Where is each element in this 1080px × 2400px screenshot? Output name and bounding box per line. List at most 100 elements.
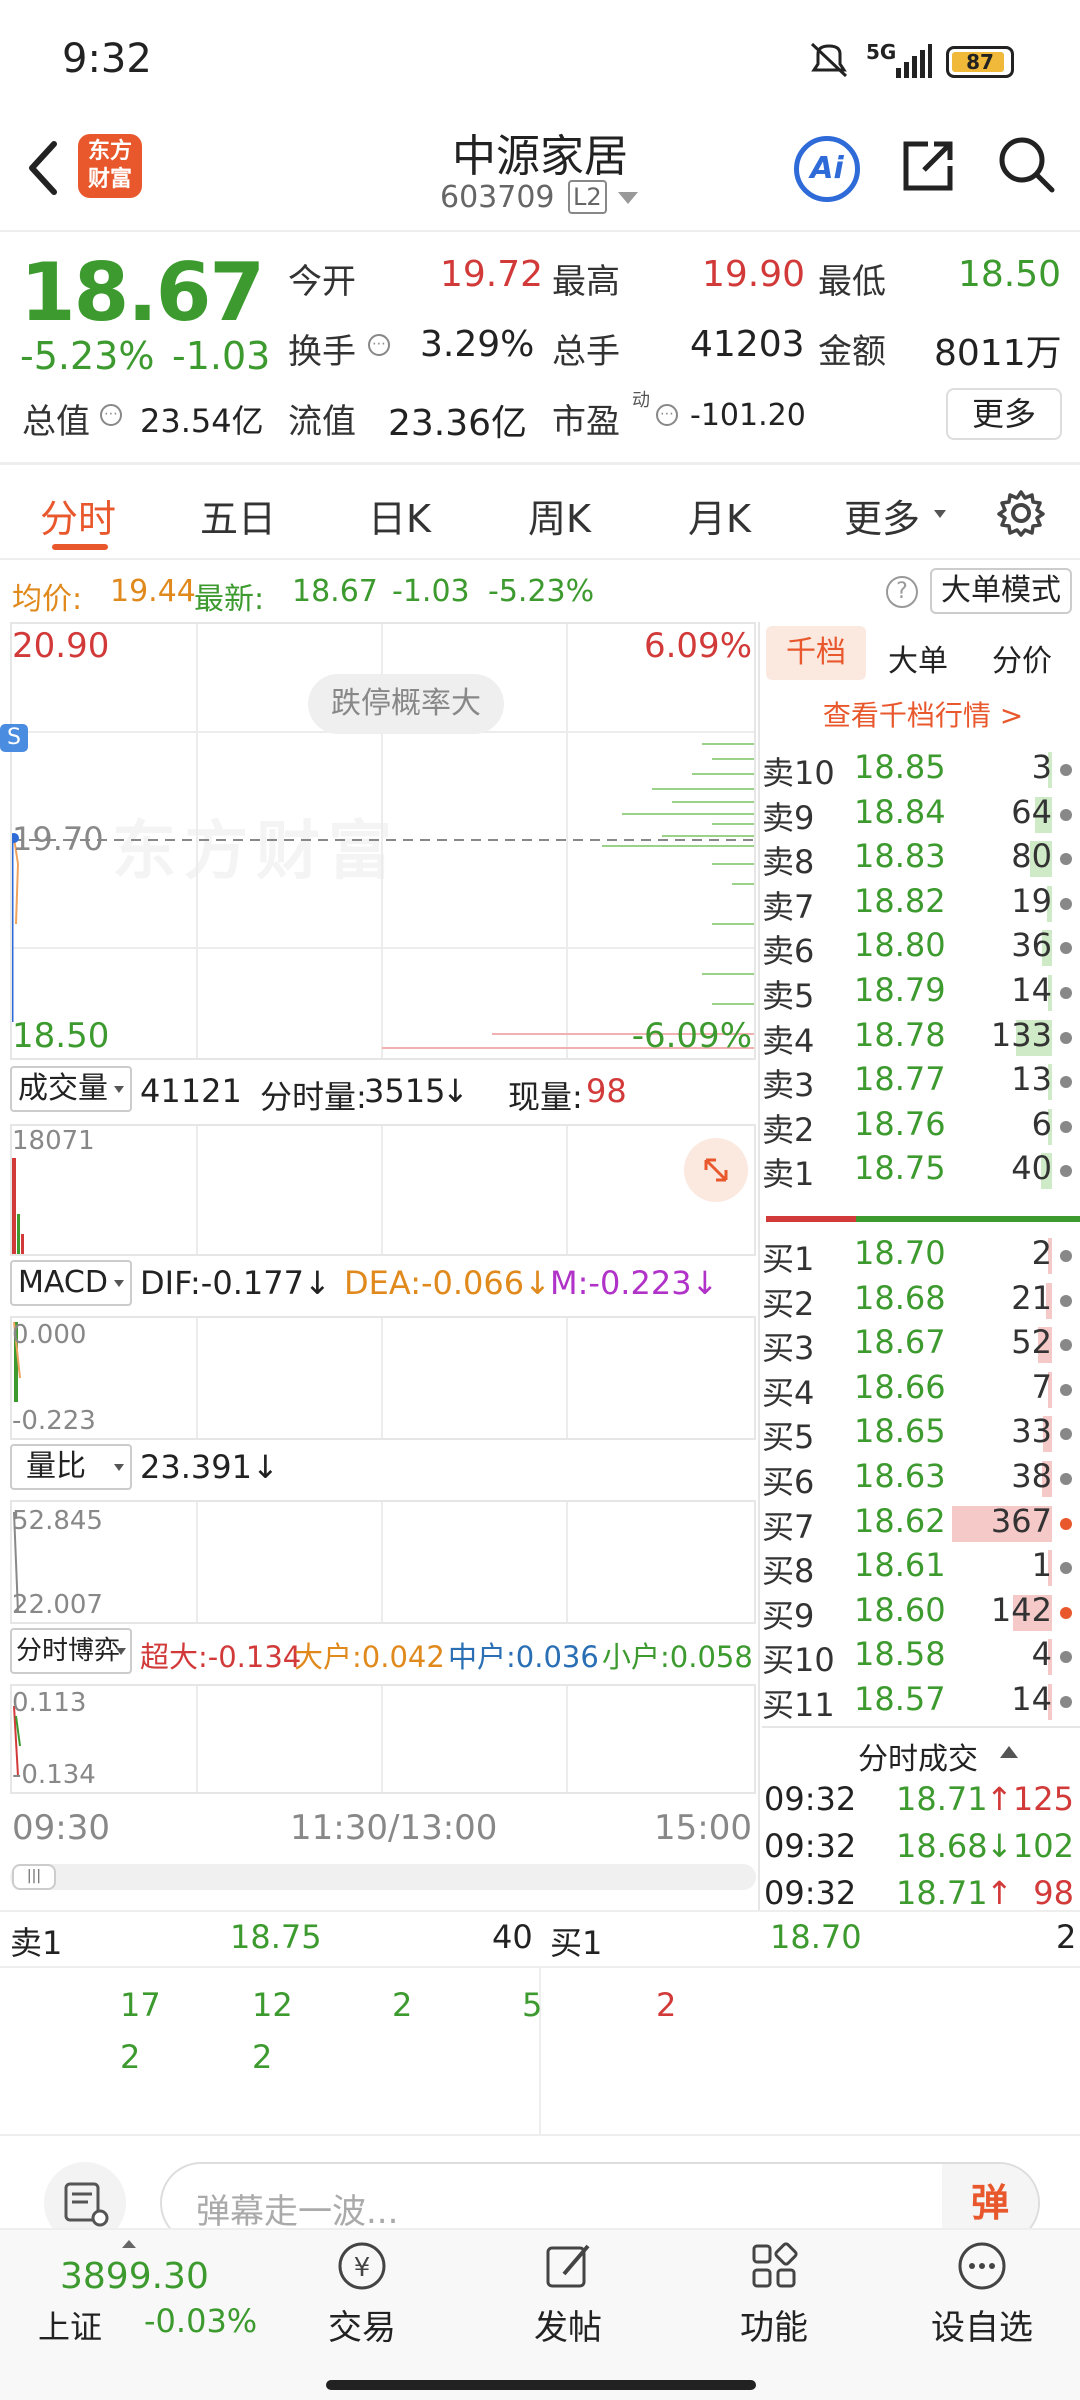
queue-sell-cell: 12 xyxy=(252,1986,293,2024)
tab-monthly-k[interactable]: 月K xyxy=(688,488,751,543)
nav-trade[interactable]: ¥ 交易 xyxy=(292,2236,432,2356)
more-button[interactable]: 更多 xyxy=(946,388,1062,440)
volume-ratio-axis-bottom: 22.007 xyxy=(12,1590,103,1620)
bid-row[interactable]: 买1 18.70 2 xyxy=(762,1234,1080,1279)
ask-volume: 14 xyxy=(1011,971,1052,1009)
ai-icon[interactable]: Ai xyxy=(794,136,860,202)
ask-row[interactable]: 卖4 18.78 133 xyxy=(762,1016,1080,1061)
bid-row[interactable]: 买8 18.61 1 xyxy=(762,1546,1080,1591)
bid-row[interactable]: 买7 18.62 367 xyxy=(762,1502,1080,1547)
queue-sell-price: 18.75 xyxy=(230,1918,322,1956)
bid-row[interactable]: 买3 18.67 52 xyxy=(762,1323,1080,1368)
ticks-header[interactable]: 分时成交 xyxy=(762,1726,1080,1777)
bid-price: 18.61 xyxy=(854,1546,946,1585)
post-icon xyxy=(546,2244,590,2288)
nav-functions[interactable]: 功能 xyxy=(704,2236,844,2356)
open-label: 今开 xyxy=(288,262,356,302)
tab-more[interactable]: 更多 xyxy=(844,488,920,543)
trade-icon: ¥ xyxy=(338,2242,386,2290)
tab-five-day[interactable]: 五日 xyxy=(200,488,276,543)
ask-price: 18.83 xyxy=(854,837,946,876)
nav-post[interactable]: 发帖 xyxy=(498,2236,638,2356)
intraday-chart[interactable]: 东方财富 20.90 6.09% 19.70 18.50 -6.09% 跌停概率… xyxy=(10,622,756,1060)
bid-row[interactable]: 买4 18.66 7 xyxy=(762,1368,1080,1413)
volume-axis-max: 18071 xyxy=(12,1126,95,1156)
change-amount: -1.03 xyxy=(172,334,271,378)
ask-label: 卖2 xyxy=(762,1110,815,1149)
brand-logo[interactable]: 东方 财富 xyxy=(78,134,142,198)
bid-volume: 142 xyxy=(990,1590,1052,1629)
axis-high-pct: 6.09% xyxy=(643,626,752,666)
bid-row[interactable]: 买5 18.65 33 xyxy=(762,1412,1080,1457)
sell-signal-marker[interactable]: S xyxy=(0,724,28,752)
expand-icon[interactable] xyxy=(684,1138,748,1202)
macd-dif: DIF:-0.177↓ xyxy=(140,1264,331,1302)
nav-add-watchlist-label: 设自选 xyxy=(931,2308,1033,2348)
back-icon[interactable] xyxy=(22,138,62,198)
search-icon[interactable] xyxy=(996,134,1056,194)
tick-time: 09:32 xyxy=(764,1827,857,1865)
tab-weekly-k[interactable]: 周K xyxy=(528,488,591,543)
low-label: 最低 xyxy=(818,262,886,302)
view-thousand-level-link[interactable]: 查看千档行情 > xyxy=(766,694,1080,734)
ask-row[interactable]: 卖6 18.80 36 xyxy=(762,926,1080,971)
ask-row[interactable]: 卖5 18.79 14 xyxy=(762,971,1080,1016)
volume-ratio-value: 23.391↓ xyxy=(140,1448,279,1486)
bid-price: 18.57 xyxy=(854,1680,946,1718)
stock-code: 603709 xyxy=(440,180,555,215)
ask-row[interactable]: 卖10 18.85 3 xyxy=(762,748,1080,793)
volume-indicator-label: 成交量 xyxy=(18,1071,108,1106)
pe-sup: 动 xyxy=(632,390,650,411)
scroll-handle[interactable]: ||| xyxy=(12,1864,56,1890)
bid-row[interactable]: 买6 18.63 38 xyxy=(762,1457,1080,1502)
index-widget[interactable]: 3899.30 上证 -0.03% xyxy=(30,2240,280,2350)
bid-row[interactable]: 买10 18.58 4 xyxy=(762,1635,1080,1680)
tab-intraday[interactable]: 分时 xyxy=(40,488,116,543)
info-icon[interactable]: ⋯ xyxy=(368,334,390,356)
small-holder: 小户:0.058 xyxy=(602,1640,753,1674)
queue-sell-cell: 2 xyxy=(252,2038,273,2076)
app-header: 东方 财富 中源家居 603709 L2 Ai xyxy=(0,120,1080,230)
ask-row[interactable]: 卖1 18.75 40 xyxy=(762,1149,1080,1194)
ask-row[interactable]: 卖3 18.77 13 xyxy=(762,1060,1080,1105)
ask-row[interactable]: 卖9 18.84 64 xyxy=(762,793,1080,838)
bid-row[interactable]: 买11 18.57 14 xyxy=(762,1680,1080,1725)
ask-row[interactable]: 卖8 18.83 80 xyxy=(762,837,1080,882)
chevron-down-icon[interactable] xyxy=(618,192,638,204)
fs-volume-value: 3515 xyxy=(364,1072,446,1110)
bid-label: 买6 xyxy=(762,1463,815,1501)
big-order-mode-button[interactable]: 大单模式 xyxy=(930,568,1072,614)
time-end: 15:00 xyxy=(654,1808,752,1848)
tab-price-level[interactable]: 分价 xyxy=(992,636,1052,680)
tab-thousand-level[interactable]: 千档 xyxy=(766,626,866,680)
ask-row[interactable]: 卖2 18.76 6 xyxy=(762,1105,1080,1150)
avg-label: 均价: xyxy=(12,582,83,617)
tab-big-order[interactable]: 大单 xyxy=(888,636,948,680)
tab-daily-k[interactable]: 日K xyxy=(368,488,431,543)
chart-scrollbar[interactable]: ||| xyxy=(10,1864,756,1890)
nav-add-watchlist[interactable]: 设自选 xyxy=(912,2236,1052,2356)
dot-icon xyxy=(1060,987,1072,999)
info-icon[interactable]: ⋯ xyxy=(656,404,678,426)
queue-buy-price: 18.70 xyxy=(770,1918,862,1956)
help-icon[interactable]: ? xyxy=(886,576,918,608)
order-game-axis-bottom: -0.134 xyxy=(12,1760,96,1790)
share-icon[interactable] xyxy=(898,136,958,196)
info-icon[interactable]: ⋯ xyxy=(100,404,122,426)
ask-label: 卖8 xyxy=(762,843,815,882)
limit-down-badge[interactable]: 跌停概率大 xyxy=(308,674,504,734)
tab-active-indicator xyxy=(52,544,108,550)
dot-icon xyxy=(1060,1383,1072,1396)
ask-label: 卖10 xyxy=(762,754,835,792)
bid-row[interactable]: 买2 18.68 21 xyxy=(762,1279,1080,1324)
macd-indicator-select[interactable]: MACD xyxy=(10,1260,132,1306)
market-cap-value: 23.54亿 xyxy=(140,402,264,440)
float-cap-value: 23.36亿 xyxy=(388,403,528,444)
volume-indicator-select[interactable]: 成交量 xyxy=(10,1066,132,1112)
mute-icon xyxy=(806,40,852,80)
gear-icon[interactable] xyxy=(996,488,1046,538)
volume-ratio-select[interactable]: 量比 xyxy=(10,1444,132,1490)
ask-row[interactable]: 卖7 18.82 19 xyxy=(762,882,1080,927)
bid-row[interactable]: 买9 18.60 142 xyxy=(762,1591,1080,1636)
order-game-select[interactable]: 分时博弈 xyxy=(10,1628,132,1674)
